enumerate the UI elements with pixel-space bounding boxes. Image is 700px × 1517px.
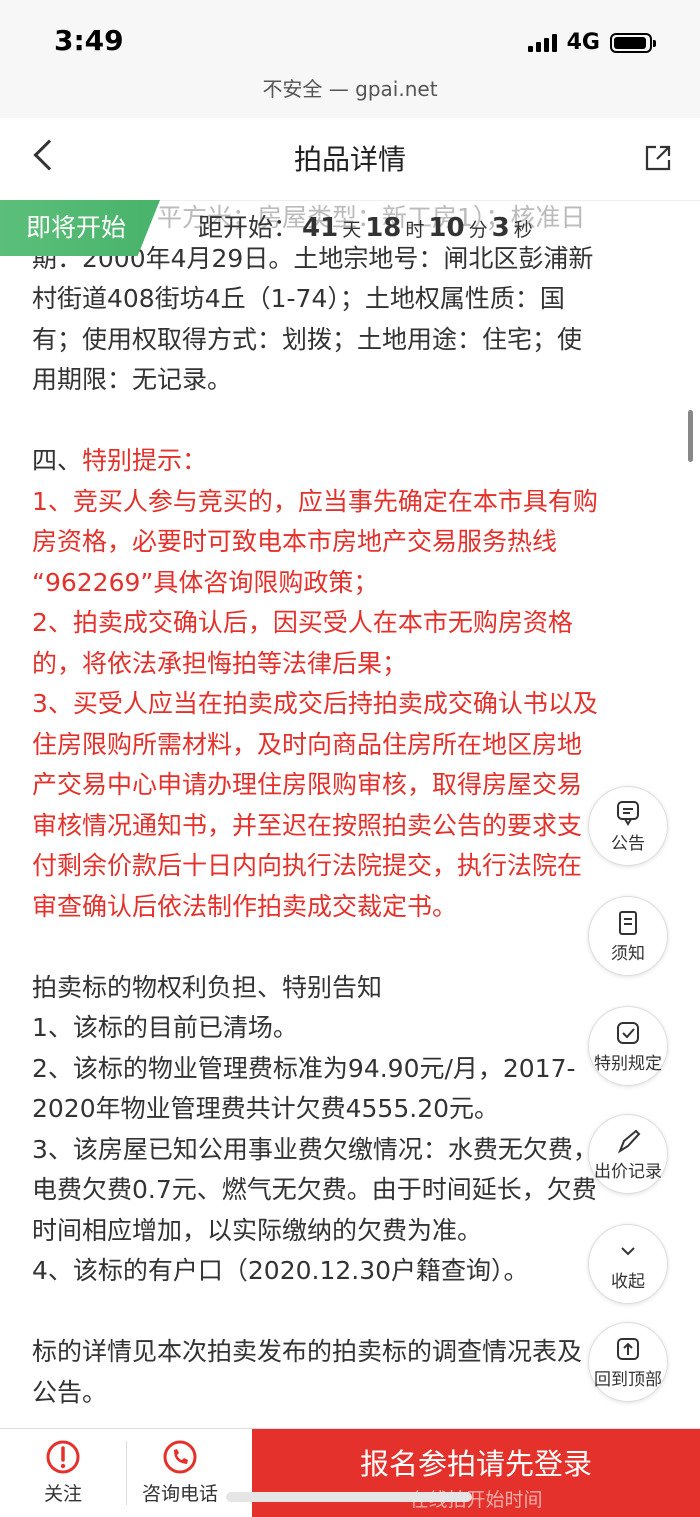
bottom-action-bar: 关注 咨询电话 报名参拍请先登录 在线拍开始时间: [0, 1428, 700, 1517]
detail-line: 有；使用权取得方式：划拨；土地用途：住宅；使: [32, 324, 583, 354]
collapse-icon: [621, 1246, 635, 1255]
special-rules-label: 特别规定: [594, 1053, 662, 1074]
notice-label: 须知: [611, 943, 645, 964]
network-label: 4G: [566, 30, 600, 55]
signal-icon: [527, 33, 557, 52]
announcement-icon: [617, 800, 639, 826]
countdown-minutes-unit: 分: [468, 219, 488, 241]
back-to-top-label: 回到顶部: [594, 1369, 662, 1390]
follow-label: 关注: [44, 1483, 83, 1505]
final-line: 标的详情见本次拍卖发布的拍卖标的调查情况表及: [32, 1337, 583, 1366]
bid-record-icon: [617, 1129, 641, 1153]
notice-button[interactable]: 须知: [588, 896, 668, 976]
back-to-top-button[interactable]: 回到顶部: [588, 1322, 668, 1402]
announcement-label: 公告: [611, 833, 645, 854]
status-time: 3:49: [54, 24, 124, 57]
battery-icon: [610, 32, 656, 53]
announcement-button[interactable]: 公告: [588, 786, 668, 866]
warning-line: 住房限购所需材料，及时向商品住房所在地区房地: [32, 729, 583, 759]
exclamation-circle-icon: [46, 1440, 80, 1474]
notice-line: 1、该标的目前已清场。: [32, 1013, 298, 1042]
countdown-days: 41: [302, 213, 339, 243]
notice-line: 4、该标的有户口（2020.12.30户籍查询）。: [32, 1256, 529, 1285]
notice-line: 电费欠费0.7元、燃气无欠费。由于时间延长，欠费: [32, 1175, 597, 1204]
notice-line: 3、该房屋已知公用事业费欠缴情况：水费无欠费，: [32, 1134, 598, 1164]
url-bar[interactable]: 不安全 — gpai.net: [0, 72, 700, 118]
warning-line: 审核情况通知书，并至迟在按照拍卖公告的要求支: [32, 810, 583, 840]
warning-line: 产交易中心申请办理住房限购审核，取得房屋交易: [32, 770, 583, 799]
countdown-seconds: 3: [491, 213, 510, 243]
countdown-timer: 距开始： 41 天 18 时 10 分 3 秒: [198, 208, 533, 244]
countdown-days-unit: 天: [342, 219, 362, 241]
nav-bar: 拍品详情: [0, 118, 700, 201]
status-tag-upcoming: 即将开始: [0, 200, 160, 256]
final-line: 公告。: [32, 1377, 108, 1407]
collapse-button[interactable]: 收起: [588, 1224, 668, 1304]
countdown-seconds-unit: 秒: [513, 219, 533, 241]
section-heading: 四、特别提示：: [32, 441, 668, 482]
warning-line: 付剩余价款后十日内向执行法院提交，执行法院在: [32, 851, 583, 880]
warning-line: 房资格，必要时可致电本市房地产交易服务热线: [32, 527, 558, 556]
signup-label: 报名参拍请先登录: [359, 1447, 592, 1481]
countdown-minutes: 10: [428, 213, 465, 243]
section-title: 特别提示：: [82, 446, 208, 475]
warning-line: 2、拍卖成交确认后，因买受人在本市无购房资格: [32, 608, 573, 637]
special-rules-button[interactable]: 特别规定: [588, 1006, 668, 1086]
section-number: 四、: [32, 446, 83, 475]
signup-login-button[interactable]: 报名参拍请先登录 在线拍开始时间: [252, 1429, 700, 1517]
countdown-prefix: 距开始：: [198, 213, 299, 242]
divider: [126, 1441, 127, 1505]
warning-line: 1、竞买人参与竞买的，应当事先确定在本市具有购: [32, 486, 598, 516]
notice-line: 2、该标的物业管理费标准为94.90元/月，2017-: [32, 1053, 576, 1083]
special-rules-icon: [617, 1021, 639, 1044]
item-detail-content: 建筑面积：平方米；房屋类型：新工房1）；核准日 期：2000年4月29日。土地宗…: [32, 198, 668, 1413]
bid-record-button[interactable]: 出价记录: [588, 1114, 668, 1194]
detail-line: 用期限：无记录。: [32, 365, 233, 394]
home-indicator[interactable]: [226, 1492, 472, 1502]
notice-icon: [619, 910, 637, 935]
share-icon[interactable]: [644, 144, 672, 172]
follow-button[interactable]: 关注: [44, 1439, 82, 1506]
status-bar: 3:49 4G: [0, 0, 700, 72]
countdown-hours: 18: [365, 213, 402, 243]
bid-record-label: 出价记录: [594, 1161, 662, 1182]
phone-label: 咨询电话: [142, 1483, 219, 1505]
countdown-hours-unit: 时: [405, 219, 425, 241]
warning-line: 的，将依法承担悔拍等法律后果；: [32, 648, 408, 678]
back-to-top-icon: [617, 1337, 639, 1360]
status-indicators: 4G: [527, 30, 656, 55]
warning-line: 3、买受人应当在拍卖成交后持拍卖成交确认书以及: [32, 689, 598, 718]
scrollbar[interactable]: [688, 410, 693, 462]
phone-icon: [163, 1440, 197, 1474]
warning-line: 审查确认后依法制作拍卖成交裁定书。: [32, 891, 458, 921]
warning-line: “962269”具体咨询限购政策；: [32, 567, 379, 597]
notice-line: 2020年物业管理费共计欠费4555.20元。: [32, 1094, 500, 1123]
collapse-label: 收起: [611, 1271, 645, 1292]
countdown-bar: 即将开始 距开始： 41 天 18 时 10 分 3 秒: [0, 198, 700, 258]
phone-button[interactable]: 咨询电话: [142, 1439, 218, 1506]
notice-line: 时间相应增加，以实际缴纳的欠费为准。: [32, 1215, 483, 1245]
notice-line: 拍卖标的物权利负担、特别告知: [32, 972, 383, 1002]
detail-line: 村街道408街坊4丘（1-74）；土地权属性质：国: [32, 284, 565, 313]
page-title: 拍品详情: [293, 143, 406, 176]
